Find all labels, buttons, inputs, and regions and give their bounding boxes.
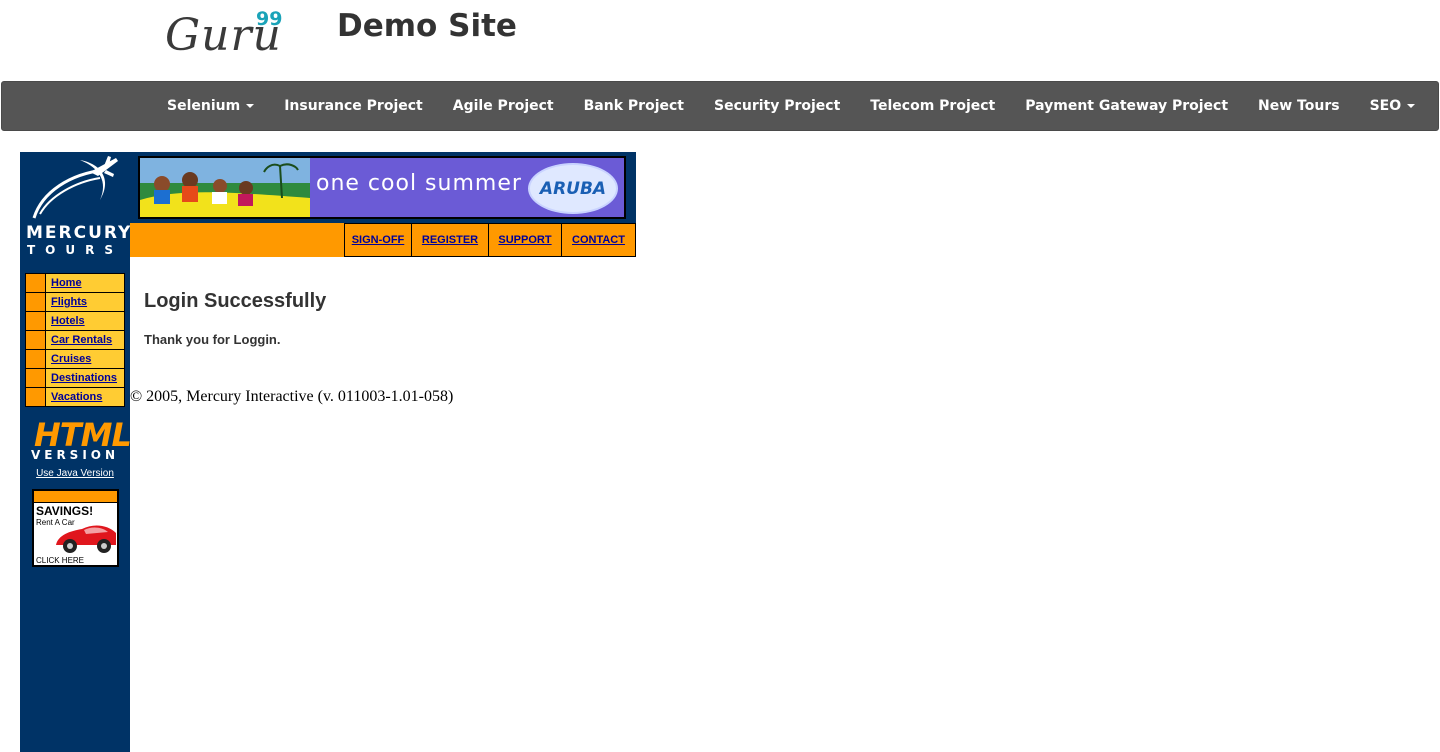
nav-item-seo[interactable]: SEO [1355,98,1431,114]
nav-item-insurance-project[interactable]: Insurance Project [269,98,438,114]
logo-superscript: 99 [256,8,283,30]
menu-link-destinations[interactable]: Destinations [46,369,124,387]
menu-link-hotels[interactable]: Hotels [46,312,124,330]
menu-link-home[interactable]: Home [46,274,124,292]
nav-item-security-project[interactable]: Security Project [699,98,855,114]
mercury-sidebar: MERCURY TOURS Home Flights Hotels Car Re… [20,152,132,752]
caret-down-icon [246,104,255,108]
nav-item-bank-project[interactable]: Bank Project [569,98,699,114]
site-title: Demo Site [337,8,517,44]
menu-row: Hotels [26,312,124,331]
aruba-logo: ARUBA [528,163,618,214]
banner-photo-image [140,158,310,217]
nav-item-selenium[interactable]: Selenium [152,98,269,114]
banner-tagline: one cool summer [316,171,522,196]
main-navbar: Selenium Insurance Project Agile Project… [1,81,1439,131]
sidebar-menu: Home Flights Hotels Car Rentals Cruises … [25,273,125,407]
menu-row: Vacations [26,388,124,406]
menu-link-vacations[interactable]: Vacations [46,388,124,406]
menu-row: Home [26,274,124,293]
ad-cta: CLICK HERE [36,556,85,565]
login-success-heading: Login Successfully [144,290,327,312]
menu-row: Car Rentals [26,331,124,350]
tours-wordmark: TOURS [26,243,123,257]
mercury-tours-logo: MERCURY TOURS [20,152,130,264]
rent-a-car-ad[interactable]: SAVINGS! Rent A Car CLICK HERE [32,489,119,567]
top-links: SIGN-OFF REGISTER SUPPORT CONTACT [344,223,636,257]
red-car-icon [56,525,116,553]
contact-link[interactable]: CONTACT [562,224,636,256]
menu-link-car-rentals[interactable]: Car Rentals [46,331,124,349]
menu-row: Cruises [26,350,124,369]
nav-item-agile-project[interactable]: Agile Project [438,98,569,114]
ad-title: SAVINGS! [36,504,94,518]
nav-item-payment-gateway-project[interactable]: Payment Gateway Project [1010,98,1243,114]
nav-item-new-tours[interactable]: New Tours [1243,98,1355,114]
version-word: VERSION [30,448,120,462]
menu-link-cruises[interactable]: Cruises [46,350,124,368]
use-java-version-link[interactable]: Use Java Version [20,468,130,479]
mercury-wordmark: MERCURY [26,223,133,243]
nav-item-telecom-project[interactable]: Telecom Project [855,98,1010,114]
support-link[interactable]: SUPPORT [489,224,562,256]
aruba-wordmark: ARUBA [539,179,607,199]
nav-items: Selenium Insurance Project Agile Project… [152,82,1430,130]
copyright-text: © 2005, Mercury Interactive (v. 011003-1… [130,388,454,405]
aruba-banner-ad[interactable]: one cool summer ARUBA [138,156,626,219]
register-link[interactable]: REGISTER [412,224,489,256]
airplane-logo-icon [32,156,118,219]
html-version-badge: HTML VERSION [28,414,132,466]
menu-link-flights[interactable]: Flights [46,293,124,311]
login-thanks-message: Thank you for Loggin. [144,332,281,347]
menu-row: Flights [26,293,124,312]
menu-row: Destinations [26,369,124,388]
caret-down-icon [1407,104,1416,108]
guru99-logo[interactable]: Guru 99 [165,6,295,61]
sign-off-link[interactable]: SIGN-OFF [345,224,412,256]
